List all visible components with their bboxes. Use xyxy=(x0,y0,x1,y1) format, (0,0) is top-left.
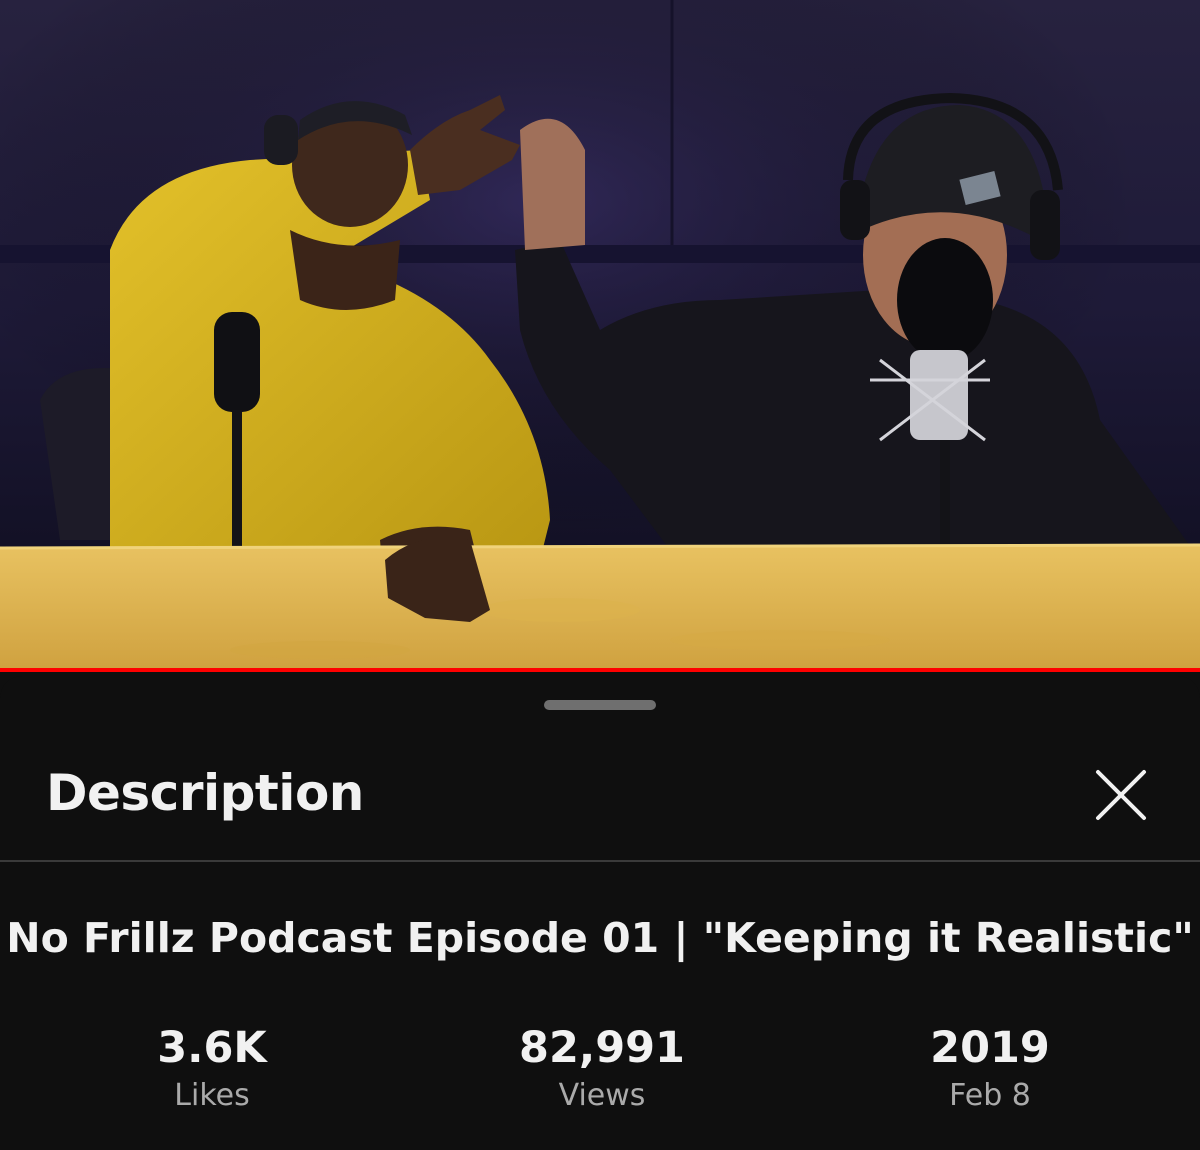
video-stats: 3.6K Likes 82,991 Views 2019 Feb 8 xyxy=(0,1022,1200,1122)
divider xyxy=(0,860,1200,862)
upload-year: 2019 xyxy=(930,1023,1050,1073)
progress-fill xyxy=(0,668,1200,672)
progress-bar[interactable] xyxy=(0,668,1200,672)
likes-count: 3.6K xyxy=(157,1023,267,1073)
close-icon xyxy=(1096,770,1146,820)
panel-title: Description xyxy=(46,764,364,822)
views-label: Views xyxy=(558,1078,646,1113)
close-button[interactable] xyxy=(1090,764,1152,826)
date-stat: 2019 Feb 8 xyxy=(840,1022,1140,1116)
description-panel: Description No Frillz Podcast Episode 01… xyxy=(0,676,1200,1150)
video-frame-image xyxy=(0,0,1200,672)
likes-stat: 3.6K Likes xyxy=(62,1022,362,1116)
video-player[interactable] xyxy=(0,0,1200,672)
views-count: 82,991 xyxy=(519,1023,685,1073)
likes-label: Likes xyxy=(174,1078,250,1113)
views-stat: 82,991 Views xyxy=(452,1022,752,1116)
drag-handle[interactable] xyxy=(544,700,656,710)
upload-date: Feb 8 xyxy=(949,1078,1031,1113)
video-title: No Frillz Podcast Episode 01 | "Keeping … xyxy=(6,914,1194,962)
